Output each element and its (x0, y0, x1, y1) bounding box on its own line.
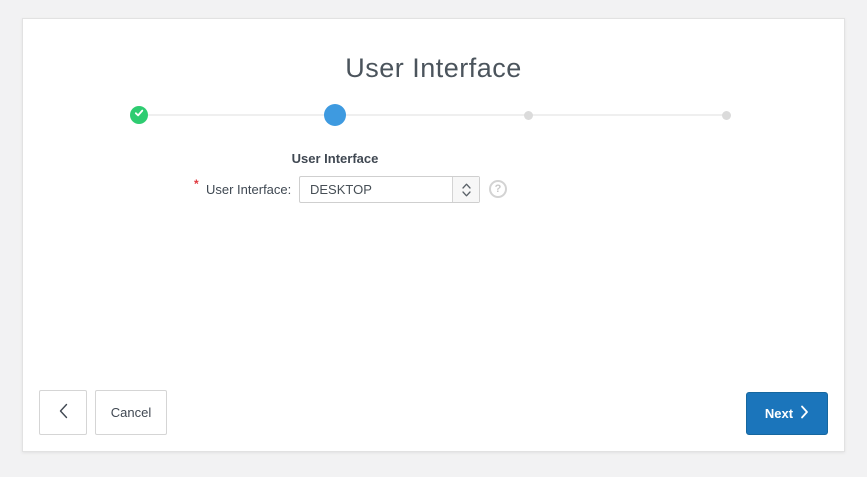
step-current-node (324, 104, 346, 126)
user-interface-select-value: DESKTOP (300, 177, 452, 202)
chevron-left-icon (57, 402, 70, 423)
current-step-label: User Interface (265, 151, 405, 166)
back-button[interactable] (39, 390, 87, 435)
updown-chevrons-icon[interactable] (452, 177, 479, 202)
check-icon (133, 106, 145, 124)
help-icon[interactable]: ? (489, 180, 507, 198)
user-interface-field-label: User Interface: (206, 182, 291, 197)
wizard-dialog: User Interface User Interface * User Int… (22, 18, 845, 452)
stepper-track (139, 114, 727, 116)
chevron-right-icon (800, 405, 809, 422)
step-complete-node (130, 106, 148, 124)
page-title: User Interface (23, 53, 844, 84)
required-marker: * (194, 177, 199, 191)
next-button[interactable]: Next (746, 392, 828, 435)
user-interface-select[interactable]: DESKTOP (299, 176, 480, 203)
next-button-label: Next (765, 406, 793, 421)
cancel-button[interactable]: Cancel (95, 390, 167, 435)
step-pending-node (524, 111, 533, 120)
step-pending-node (722, 111, 731, 120)
